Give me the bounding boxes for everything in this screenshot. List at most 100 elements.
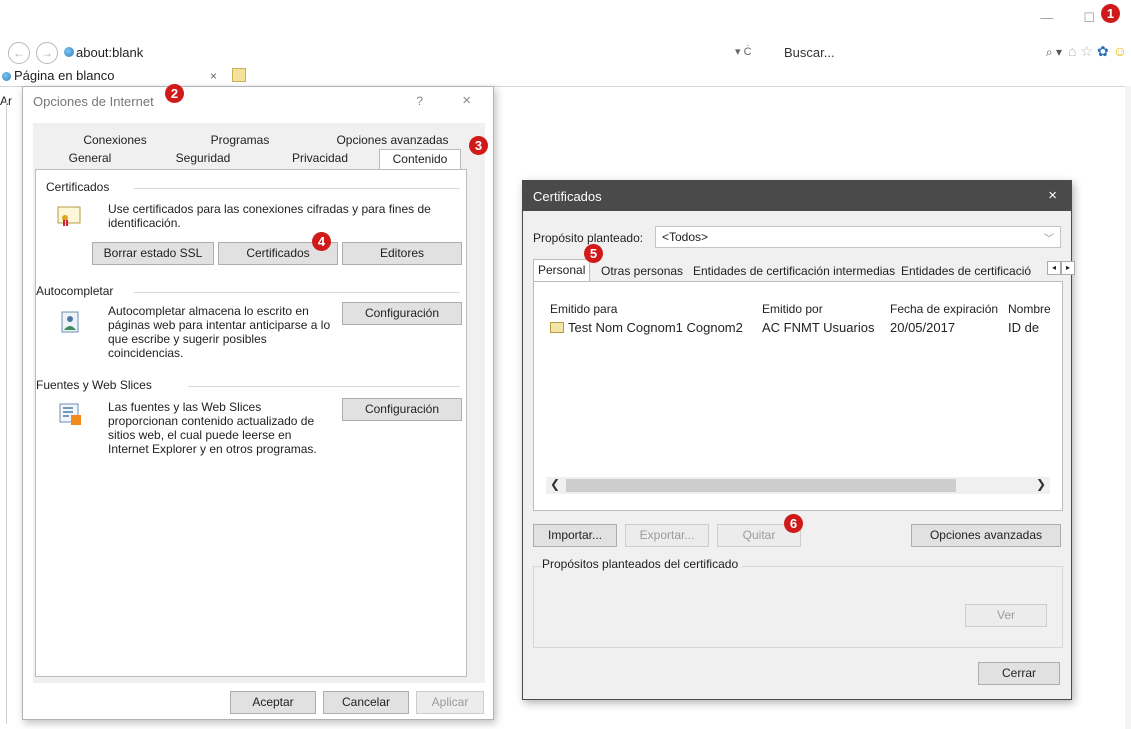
tab-general[interactable]: General [55,149,125,167]
favorites-star-icon[interactable]: ☆ [1080,43,1093,60]
tab-close-icon[interactable]: × [210,66,217,86]
feeds-settings-button[interactable]: Configuración [342,398,462,421]
dialog-titlebar[interactable]: Opciones de Internet ? × [23,87,493,117]
purpose-label: Propósito planteado: [533,231,644,245]
cell-expiry[interactable]: 20/05/2017 [890,320,955,335]
gear-icon[interactable]: ✿ [1097,43,1109,60]
tab-opciones-avanzadas[interactable]: Opciones avanzadas [330,131,455,149]
purposes-title: Propósitos planteados del certificado [542,557,743,571]
tab-favicon-icon [2,72,11,81]
certificates-dialog: Certificados × Propósito planteado: <Tod… [522,180,1075,700]
tab-scroll-left-icon[interactable]: ◂ [1047,261,1061,275]
column-header-expiry[interactable]: Fecha de expiración [890,302,998,316]
help-icon[interactable]: ? [416,94,423,108]
import-button[interactable]: Importar... [533,524,617,547]
cancel-button[interactable]: Cancelar [323,691,409,714]
refresh-icon[interactable]: ▾ Ċ [735,45,752,58]
tab-otras-personas[interactable]: Otras personas [597,261,687,281]
toolbar-icons: ⌂ ☆ ✿ ☺ [1068,43,1127,60]
cell-issued-to[interactable]: Test Nom Cognom1 Cognom2 [568,320,743,335]
column-header-issued-by[interactable]: Emitido por [762,302,823,316]
purpose-value: <Todos> [662,230,709,244]
tab-title: Página en blanco [14,68,115,83]
cell-issued-by[interactable]: AC FNMT Usuarios [762,320,874,335]
apply-button[interactable]: Aplicar [416,691,484,714]
autocomplete-group-title: Autocompletar [36,284,114,298]
maximize-button[interactable]: ☐ [1083,10,1095,26]
advanced-options-button[interactable]: Opciones avanzadas [911,524,1061,547]
callout-badge: 1 [1101,4,1120,23]
internet-options-dialog: Opciones de Internet ? × Conexiones Prog… [22,86,494,720]
certificate-icon [57,206,81,226]
certificate-tabs: Personal Otras personas Entidades de cer… [533,259,1075,281]
cell-name[interactable]: ID de [1008,320,1039,335]
page-favicon-icon [64,47,74,57]
scroll-right-icon[interactable]: ❯ [1036,477,1046,491]
tab-programas[interactable]: Programas [200,131,280,149]
tab-scroll-right-icon[interactable]: ▸ [1061,261,1075,275]
publishers-button[interactable]: Editores [342,242,462,265]
dialog-titlebar[interactable]: Certificados × [523,181,1071,211]
tab-privacidad[interactable]: Privacidad [280,149,360,167]
scrollbar-thumb[interactable] [566,479,956,492]
callout-badge: 6 [784,514,803,533]
page-border [6,100,7,724]
window-controls: — ☐ [1040,10,1095,26]
tab-personal[interactable]: Personal [533,259,591,281]
close-icon[interactable]: × [1048,187,1057,204]
search-input[interactable]: Buscar... [784,45,835,60]
autocomplete-description: Autocompletar almacena lo escrito en pág… [108,304,331,360]
back-button[interactable]: ← [8,42,30,64]
certificate-icon [550,322,564,333]
feeds-icon [59,403,81,425]
address-bar-row: ← → about:blank ▾ Ċ Buscar... ⌕ ▾ ⌂ ☆ ✿ … [0,40,1131,66]
column-header-name[interactable]: Nombre [1008,302,1051,316]
vertical-scrollbar[interactable] [1125,86,1131,729]
ok-button[interactable]: Aceptar [230,691,316,714]
column-header-issued-to[interactable]: Emitido para [550,302,617,316]
forward-button[interactable]: → [36,42,58,64]
certificates-group-title: Certificados [46,180,110,194]
divider [188,386,460,387]
tab-seguridad[interactable]: Seguridad [163,149,243,167]
tab-conexiones[interactable]: Conexiones [75,131,155,149]
tab-contenido[interactable]: Contenido [379,149,461,169]
callout-badge: 3 [469,136,488,155]
search-box[interactable]: Buscar... ⌕ ▾ [774,42,1064,63]
minimize-button[interactable]: — [1040,10,1053,26]
callout-badge: 4 [312,232,331,251]
certificate-list-panel: Emitido para Emitido por Fecha de expira… [533,281,1063,511]
close-icon[interactable]: × [462,92,471,109]
search-icon[interactable]: ⌕ ▾ [1046,45,1062,60]
close-button[interactable]: Cerrar [978,662,1060,685]
smiley-icon[interactable]: ☺ [1113,43,1127,60]
scroll-left-icon[interactable]: ❮ [550,477,560,491]
dialog-title: Certificados [533,189,602,204]
autocomplete-settings-button[interactable]: Configuración [342,302,462,325]
view-button[interactable]: Ver [965,604,1047,627]
export-button[interactable]: Exportar... [625,524,709,547]
home-icon[interactable]: ⌂ [1068,43,1076,60]
divider [134,292,460,293]
dialog-title: Opciones de Internet [33,94,154,109]
callout-badge: 5 [584,244,603,263]
chevron-down-icon: ﹀ [1044,234,1054,245]
divider [134,188,460,189]
tab-entidades-intermedias[interactable]: Entidades de certificación intermedias [689,261,899,281]
feeds-group-title: Fuentes y Web Slices [36,378,152,392]
tab-strip: Conexiones Programas Opciones avanzadas … [35,131,461,169]
new-tab-button[interactable] [232,68,246,82]
tab-panel-contenido: Certificados Use certificados para las c… [35,169,467,677]
browser-tab[interactable]: Página en blanco × [0,66,226,86]
certificate-list[interactable]: Emitido para Emitido por Fecha de expira… [546,292,1051,492]
horizontal-scrollbar[interactable]: ❮ ❯ [546,477,1050,494]
certificates-description: Use certificados para las conexiones cif… [108,202,431,230]
callout-badge: 2 [165,84,184,103]
autocomplete-icon [61,311,79,333]
tab-entidades-raiz[interactable]: Entidades de certificació [897,261,1047,281]
feeds-description: Las fuentes y las Web Slices proporciona… [108,400,317,456]
address-input[interactable]: about:blank [76,45,143,60]
clear-ssl-button[interactable]: Borrar estado SSL [92,242,214,265]
browser-tab-row: Página en blanco × [0,66,1131,86]
purpose-select[interactable]: <Todos> ﹀ [655,226,1061,248]
